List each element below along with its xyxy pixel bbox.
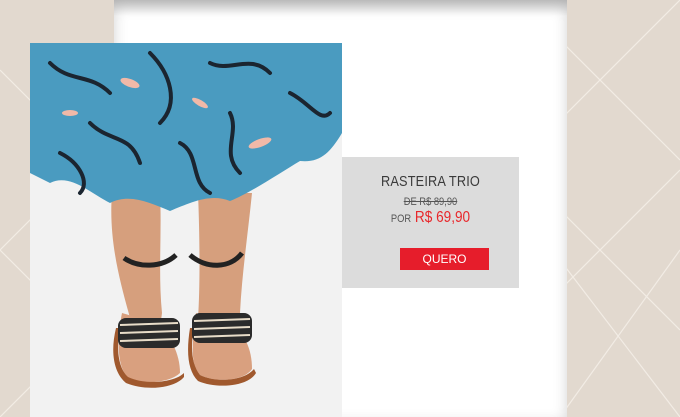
current-price: POR R$ 69,90 [355,209,505,227]
old-price: DE R$ 89,90 [355,196,505,208]
product-photo[interactable] [30,43,342,417]
price-value: R$ 69,90 [414,209,471,226]
price-prefix: POR [390,213,412,225]
panel-shadow [114,0,567,16]
old-price-value: DE R$ 89,90 [403,196,458,208]
quero-button[interactable]: QUERO [400,248,489,270]
product-card: RASTEIRA TRIO DE R$ 89,90 POR R$ 69,90 Q… [342,157,519,288]
product-name: RASTEIRA TRIO [380,173,481,190]
